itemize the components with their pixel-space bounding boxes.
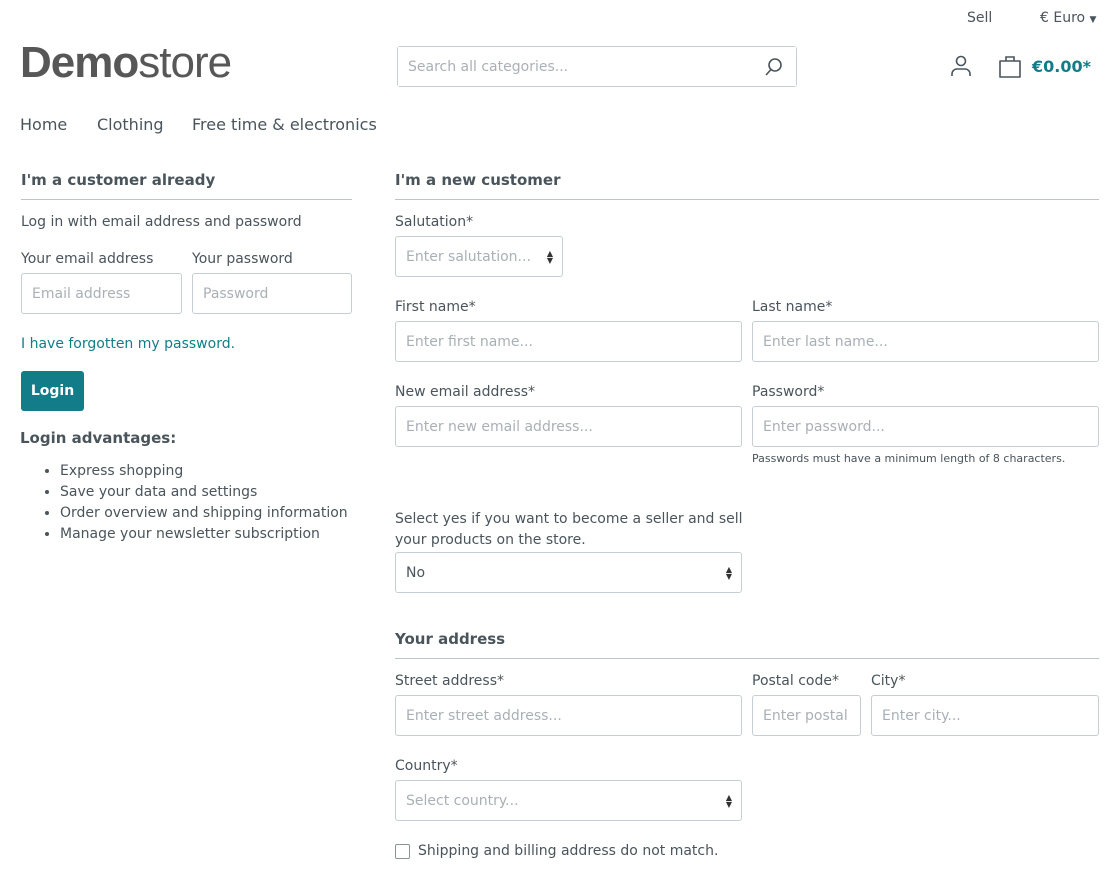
salutation-value: Enter salutation...: [406, 248, 531, 265]
city-input[interactable]: [872, 696, 1098, 735]
street-label: Street address*: [395, 673, 504, 689]
cart-total[interactable]: €0.00*: [1032, 57, 1091, 76]
nav-clothing[interactable]: Clothing: [97, 115, 164, 134]
select-arrows-icon: ▲ ▼: [725, 793, 732, 809]
city-label: City*: [871, 673, 906, 689]
advantages-list: Express shopping Save your data and sett…: [60, 461, 348, 545]
postal-label: Postal code*: [752, 673, 839, 689]
login-intro: Log in with email address and password: [21, 214, 302, 230]
nav-home[interactable]: Home: [20, 115, 67, 134]
nav-free-time-electronics[interactable]: Free time & electronics: [192, 115, 377, 134]
login-password-label: Your password: [192, 251, 293, 267]
list-item: Express shopping: [60, 461, 348, 482]
forgot-password-link[interactable]: I have forgotten my password.: [21, 336, 235, 352]
account-icon[interactable]: [950, 55, 972, 77]
login-password-input[interactable]: [193, 274, 351, 313]
country-select[interactable]: Select country... ▲ ▼: [395, 780, 742, 821]
salutation-label: Salutation*: [395, 214, 474, 230]
first-name-label: First name*: [395, 299, 476, 315]
country-label: Country*: [395, 758, 458, 774]
search-box[interactable]: [397, 46, 797, 87]
different-shipping-label[interactable]: Shipping and billing address do not matc…: [418, 843, 718, 859]
login-email-input[interactable]: [22, 274, 181, 313]
list-item: Manage your newsletter subscription: [60, 524, 348, 545]
seller-select[interactable]: No ▲ ▼: [395, 552, 742, 593]
salutation-select[interactable]: Enter salutation... ▲ ▼: [395, 236, 563, 277]
sell-link[interactable]: Sell: [967, 10, 992, 26]
currency-label: € Euro: [1040, 10, 1086, 26]
last-name-label: Last name*: [752, 299, 833, 315]
country-value: Select country...: [406, 792, 519, 809]
seller-value: No: [406, 564, 426, 581]
first-name-input[interactable]: [396, 322, 741, 361]
logo[interactable]: Demostore: [20, 38, 232, 88]
login-title: I'm a customer already: [21, 171, 352, 200]
select-arrows-icon: ▲ ▼: [546, 249, 553, 265]
search-icon[interactable]: [764, 57, 784, 77]
search-input[interactable]: [398, 47, 796, 86]
new-email-label: New email address*: [395, 384, 536, 400]
caret-down-icon: ▼: [1089, 15, 1097, 25]
select-arrows-icon: ▲ ▼: [725, 565, 732, 581]
address-title: Your address: [395, 630, 1099, 659]
login-button[interactable]: Login: [21, 371, 84, 411]
register-title: I'm a new customer: [395, 171, 1099, 200]
new-password-input[interactable]: [753, 407, 1098, 446]
password-hint: Passwords must have a minimum length of …: [752, 452, 1066, 465]
advantages-title: Login advantages:: [20, 429, 177, 447]
different-shipping-checkbox[interactable]: [395, 844, 410, 859]
last-name-input[interactable]: [753, 322, 1098, 361]
currency-dropdown[interactable]: € Euro ▼: [1040, 10, 1096, 26]
new-password-label: Password*: [752, 384, 825, 400]
cart-icon[interactable]: [998, 55, 1022, 79]
postal-input[interactable]: [753, 696, 860, 735]
new-email-input[interactable]: [396, 407, 741, 446]
seller-label: Select yes if you want to become a selle…: [395, 511, 743, 548]
street-input[interactable]: [396, 696, 741, 735]
list-item: Save your data and settings: [60, 482, 348, 503]
list-item: Order overview and shipping information: [60, 503, 348, 524]
login-email-label: Your email address: [21, 251, 154, 267]
